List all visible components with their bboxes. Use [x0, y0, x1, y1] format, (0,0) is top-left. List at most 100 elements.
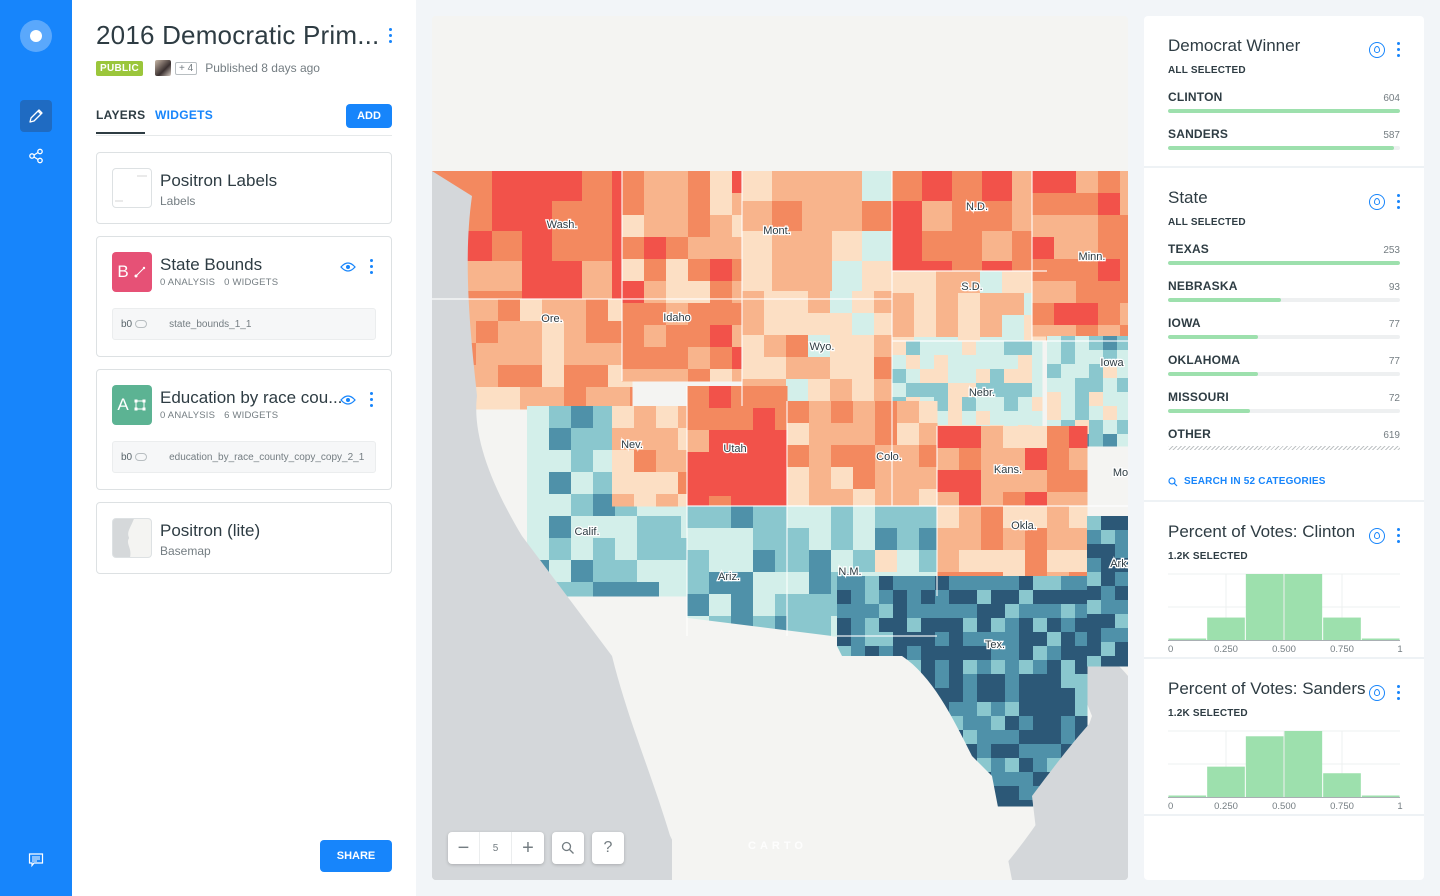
county-polygon[interactable] [772, 171, 803, 202]
county-polygon[interactable] [786, 291, 809, 314]
county-polygon[interactable] [981, 550, 1004, 573]
county-polygon[interactable] [1033, 730, 1048, 745]
color-by-icon[interactable] [1369, 527, 1385, 544]
county-polygon[interactable] [853, 467, 876, 490]
county-polygon[interactable] [753, 386, 776, 409]
county-polygon[interactable] [492, 171, 523, 202]
county-polygon[interactable] [787, 572, 810, 595]
county-polygon[interactable] [615, 560, 638, 583]
county-polygon[interactable] [980, 293, 1003, 316]
county-polygon[interactable] [897, 550, 920, 573]
county-polygon[interactable] [688, 193, 711, 216]
county-polygon[interactable] [709, 452, 732, 475]
county-polygon[interactable] [976, 397, 991, 412]
county-polygon[interactable] [612, 291, 623, 300]
county-polygon[interactable] [549, 406, 572, 429]
county-polygon[interactable] [959, 506, 982, 529]
county-polygon[interactable] [1019, 730, 1034, 745]
county-polygon[interactable] [659, 516, 682, 539]
county-polygon[interactable] [963, 604, 978, 619]
county-polygon[interactable] [644, 369, 667, 382]
county-polygon[interactable] [1005, 772, 1020, 787]
county-polygon[interactable] [906, 369, 921, 384]
county-polygon[interactable] [656, 406, 679, 429]
county-polygon[interactable] [808, 291, 831, 314]
county-polygon[interactable] [1047, 744, 1062, 759]
county-polygon[interactable] [921, 632, 936, 647]
county-polygon[interactable] [753, 506, 776, 529]
county-polygon[interactable] [862, 261, 893, 292]
county-polygon[interactable] [586, 321, 609, 344]
county-polygon[interactable] [612, 171, 623, 202]
county-polygon[interactable] [571, 428, 594, 451]
county-polygon[interactable] [786, 335, 809, 358]
county-polygon[interactable] [977, 730, 992, 745]
county-polygon[interactable] [1047, 470, 1070, 493]
county-polygon[interactable] [921, 604, 936, 619]
county-polygon[interactable] [527, 494, 550, 517]
county-polygon[interactable] [666, 171, 689, 194]
county-polygon[interactable] [527, 450, 550, 473]
county-polygon[interactable] [687, 506, 710, 529]
histogram-bar[interactable] [1207, 617, 1245, 640]
county-polygon[interactable] [753, 408, 776, 431]
county-polygon[interactable] [809, 423, 832, 446]
county-polygon[interactable] [527, 406, 550, 429]
county-polygon[interactable] [982, 231, 1013, 262]
county-polygon[interactable] [1101, 530, 1116, 545]
county-polygon[interactable] [634, 450, 657, 473]
county-polygon[interactable] [787, 528, 810, 551]
county-polygon[interactable] [612, 261, 623, 292]
county-polygon[interactable] [851, 576, 866, 591]
county-polygon[interactable] [914, 271, 937, 294]
county-polygon[interactable] [1120, 303, 1128, 326]
county-polygon[interactable] [921, 646, 936, 661]
county-polygon[interactable] [991, 618, 1006, 633]
county-polygon[interactable] [1087, 586, 1102, 601]
county-polygon[interactable] [1019, 646, 1034, 661]
county-polygon[interactable] [1012, 261, 1033, 272]
county-polygon[interactable] [1033, 716, 1048, 731]
county-polygon[interactable] [615, 516, 638, 539]
map-title[interactable]: 2016 Democratic Prim... [96, 20, 379, 51]
county-polygon[interactable] [897, 401, 920, 424]
county-polygon[interactable] [1019, 758, 1034, 773]
county-polygon[interactable] [644, 259, 667, 282]
county-polygon[interactable] [1032, 325, 1055, 337]
county-polygon[interactable] [1075, 336, 1090, 351]
county-polygon[interactable] [1076, 193, 1099, 216]
county-polygon[interactable] [949, 646, 964, 661]
county-polygon[interactable] [731, 452, 754, 475]
county-polygon[interactable] [865, 576, 880, 591]
layer-card-positron-labels[interactable]: Positron Labels Labels [96, 152, 392, 224]
county-polygon[interactable] [709, 474, 732, 497]
county-polygon[interactable] [1019, 716, 1034, 731]
county-polygon[interactable] [1033, 618, 1048, 633]
county-polygon[interactable] [852, 313, 875, 336]
histogram-chart[interactable] [1168, 568, 1400, 644]
county-polygon[interactable] [853, 423, 876, 446]
county-polygon[interactable] [1018, 397, 1033, 412]
county-polygon[interactable] [1047, 730, 1062, 745]
county-polygon[interactable] [742, 261, 773, 292]
county-polygon[interactable] [874, 335, 893, 358]
county-polygon[interactable] [498, 343, 521, 366]
county-polygon[interactable] [1061, 632, 1076, 647]
county-polygon[interactable] [775, 594, 788, 617]
county-polygon[interactable] [753, 452, 776, 475]
county-polygon[interactable] [593, 560, 616, 583]
county-polygon[interactable] [919, 489, 938, 507]
county-polygon[interactable] [622, 259, 645, 282]
county-polygon[interactable] [962, 341, 977, 356]
county-polygon[interactable] [937, 528, 960, 551]
county-polygon[interactable] [1061, 336, 1076, 351]
county-polygon[interactable] [476, 387, 499, 410]
county-polygon[interactable] [1089, 392, 1104, 407]
county-polygon[interactable] [831, 423, 854, 446]
county-polygon[interactable] [937, 470, 960, 493]
county-polygon[interactable] [991, 590, 1006, 605]
county-polygon[interactable] [1117, 406, 1128, 421]
county-polygon[interactable] [1115, 586, 1128, 601]
county-polygon[interactable] [775, 572, 788, 595]
county-polygon[interactable] [897, 467, 920, 490]
